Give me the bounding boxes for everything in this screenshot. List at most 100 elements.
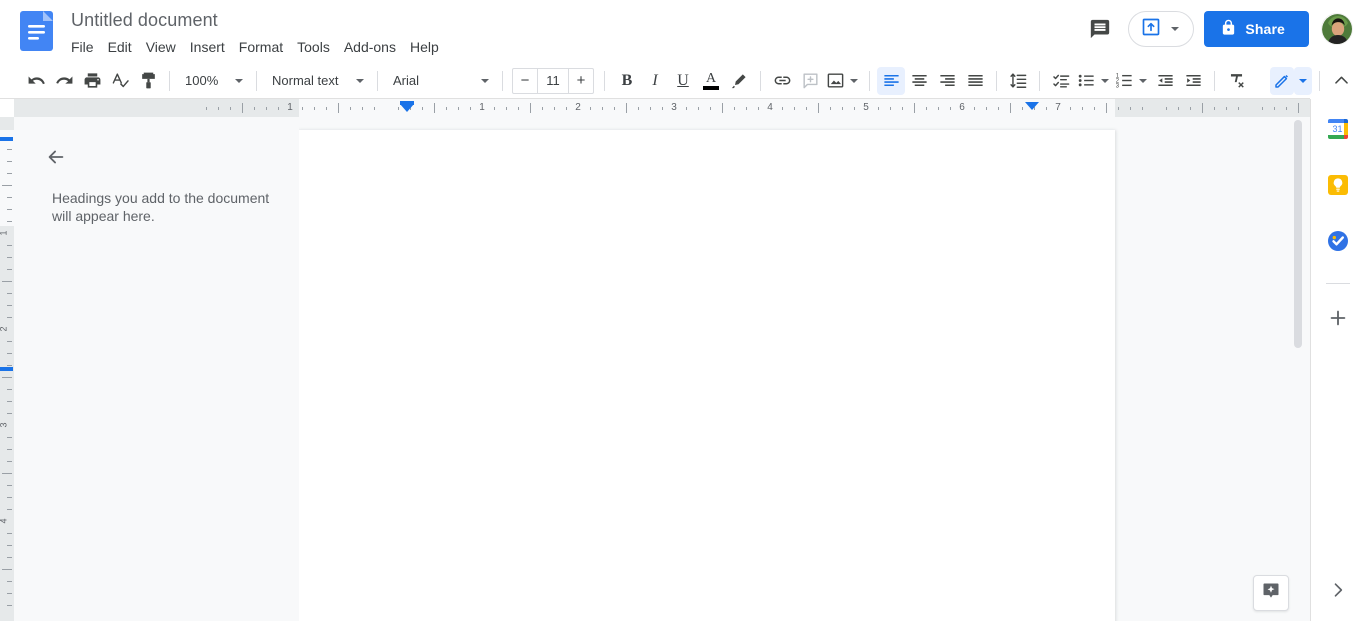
menu-file[interactable]: File (64, 35, 101, 59)
horizontal-ruler[interactable]: 1 1 2 3 4 5 6 7 (14, 99, 1310, 117)
align-left-icon[interactable] (877, 66, 905, 95)
ruler-tick (710, 107, 711, 110)
menu-help[interactable]: Help (403, 35, 446, 59)
align-right-icon[interactable] (933, 67, 961, 95)
rail-item-calendar[interactable]: 31 (1318, 111, 1358, 151)
ruler-tick (266, 107, 267, 110)
docs-logo-icon[interactable] (20, 11, 53, 51)
arrow-back-icon[interactable] (38, 139, 74, 175)
comment-history-icon[interactable] (1080, 9, 1120, 49)
top-margin-marker[interactable] (0, 137, 13, 141)
right-indent-marker[interactable] (1025, 102, 1039, 110)
paint-format-icon[interactable] (134, 67, 162, 95)
google-calendar-icon: 31 (1326, 117, 1350, 146)
print-icon[interactable] (78, 67, 106, 95)
spellcheck-icon[interactable] (106, 67, 134, 95)
ruler-tick (398, 107, 399, 110)
vertical-ruler-tick (7, 557, 12, 558)
rail-item-keep[interactable] (1318, 167, 1358, 207)
align-center-icon[interactable] (905, 67, 933, 95)
document-page[interactable] (299, 130, 1115, 621)
ruler-number: 4 (767, 102, 773, 113)
user-avatar[interactable] (1321, 13, 1353, 45)
vertical-ruler-tick (7, 545, 12, 546)
ruler-number: 1 (479, 102, 485, 113)
menu-format[interactable]: Format (232, 35, 290, 59)
align-justify-icon[interactable] (961, 67, 989, 95)
ruler-tick (1082, 107, 1083, 110)
vertical-ruler[interactable]: 1 2 3 4 (0, 117, 14, 621)
add-plus-icon[interactable] (1318, 298, 1358, 338)
vertical-ruler-tick (7, 353, 12, 354)
line-spacing-icon[interactable] (1004, 67, 1032, 95)
insert-link-icon[interactable] (768, 67, 796, 95)
font-size-decrease-button[interactable]: − (513, 69, 537, 93)
ruler-number: 7 (1055, 102, 1061, 113)
vertical-ruler-page-zone (0, 130, 14, 226)
font-size-input[interactable]: 11 (537, 68, 569, 93)
text-color-button[interactable]: A (697, 67, 725, 95)
vertical-ruler-tick (7, 497, 12, 498)
menu-bar: File Edit View Insert Format Tools Add-o… (64, 35, 446, 59)
ruler-tick (254, 107, 255, 110)
font-size-increase-button[interactable]: + (569, 69, 593, 93)
chevron-right-icon[interactable] (1321, 573, 1355, 607)
share-button[interactable]: Share (1204, 11, 1309, 47)
menu-addons[interactable]: Add-ons (337, 35, 403, 59)
clear-formatting-icon[interactable] (1222, 67, 1250, 95)
ruler-number: 5 (863, 102, 869, 113)
font-family-dropdown[interactable]: Arial (385, 67, 495, 95)
ruler-tick (686, 107, 687, 110)
edit-pencil-icon[interactable] (1270, 66, 1294, 95)
bulleted-list-chevron-down-icon[interactable] (1097, 67, 1113, 95)
ruler-tick (314, 107, 315, 110)
left-indent-marker[interactable] (400, 104, 414, 112)
menu-view[interactable]: View (139, 35, 183, 59)
ruler-tick (650, 107, 651, 110)
document-title[interactable]: Untitled document (68, 6, 221, 34)
vertical-ruler-tick (7, 593, 12, 594)
highlight-pen-icon[interactable] (725, 67, 753, 95)
ruler-tick (470, 107, 471, 110)
bold-button[interactable]: B (613, 67, 641, 95)
ruler-tick (218, 107, 219, 110)
hide-menus-chevron-up-icon[interactable] (1327, 67, 1355, 95)
vertical-scrollbar[interactable] (1294, 120, 1302, 348)
numbered-list-chevron-down-icon[interactable] (1135, 67, 1151, 95)
ruler-tick (1142, 107, 1143, 110)
present-button[interactable] (1128, 11, 1195, 47)
decrease-indent-icon[interactable] (1151, 67, 1179, 95)
ruler-tick (986, 107, 987, 110)
italic-button[interactable]: I (641, 67, 669, 95)
rail-item-tasks[interactable] (1318, 223, 1358, 263)
present-chevron-down-icon[interactable] (1171, 27, 1180, 31)
bulleted-list-icon[interactable] (1075, 67, 1097, 95)
ruler-tick (1298, 103, 1299, 113)
menu-edit[interactable]: Edit (101, 35, 139, 59)
explore-button[interactable] (1253, 575, 1289, 611)
menu-tools[interactable]: Tools (290, 35, 337, 59)
insert-image-chevron-down-icon[interactable] (846, 67, 862, 95)
present-icon (1141, 17, 1161, 42)
zoom-dropdown[interactable]: 100% (177, 67, 249, 95)
share-button-label: Share (1245, 21, 1285, 37)
undo-icon[interactable] (22, 67, 50, 95)
redo-icon[interactable] (50, 67, 78, 95)
toolbar-divider (604, 70, 605, 91)
ruler-number: 1 (287, 102, 293, 113)
ruler-tick (662, 107, 663, 110)
document-canvas[interactable] (299, 117, 1310, 621)
vertical-ruler-number: 2 (0, 326, 9, 331)
increase-indent-icon[interactable] (1179, 67, 1207, 95)
menu-insert[interactable]: Insert (183, 35, 232, 59)
ruler-tick (950, 107, 951, 110)
header-margin-marker[interactable] (0, 367, 13, 371)
numbered-list-icon[interactable]: 1 2 3 (1113, 67, 1135, 95)
underline-button[interactable]: U (669, 67, 697, 95)
checklist-icon[interactable] (1047, 67, 1075, 95)
add-comment-icon[interactable] (796, 67, 824, 95)
paragraph-style-dropdown[interactable]: Normal text (264, 67, 370, 95)
insert-image-icon[interactable] (824, 67, 846, 95)
ruler-tick (326, 107, 327, 110)
editing-mode-chevron-down-icon[interactable] (1294, 66, 1312, 95)
